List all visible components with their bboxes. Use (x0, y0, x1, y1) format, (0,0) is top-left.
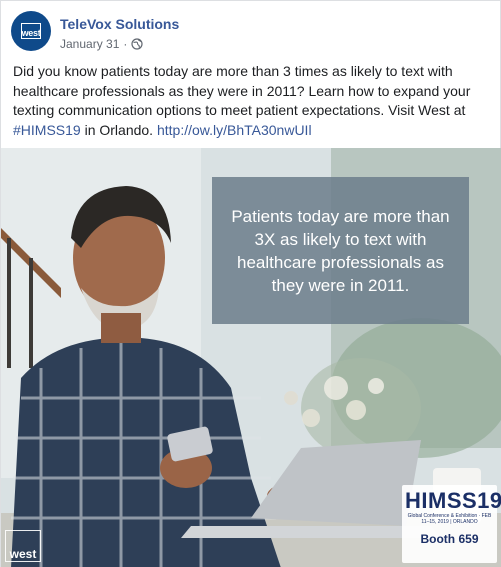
post-text-part-2: in Orlando. (80, 121, 157, 138)
post-date[interactable]: January 31 (60, 36, 119, 52)
hashtag-link[interactable]: #HIMSS19 (13, 122, 81, 138)
post-header: west TeleVox Solutions January 31 · (11, 11, 179, 52)
page-name-link[interactable]: TeleVox Solutions (60, 15, 179, 33)
post-subline: January 31 · (60, 36, 179, 52)
booth-number: Booth 659 (420, 532, 479, 546)
shortened-url-link[interactable]: http://ow.ly/BhTA30nwUIl (157, 122, 312, 138)
himss-logo-subtitle: Global Conference & Exhibition · FEB 11–… (407, 513, 492, 525)
post-text-part-1: Did you know patients today are more tha… (13, 63, 471, 118)
west-corner-logo: west (5, 530, 41, 562)
west-corner-logo-text: west (9, 547, 37, 561)
post-body-text: Did you know patients today are more tha… (13, 62, 491, 140)
himss-logo-title: HIMSS19 (405, 488, 501, 513)
globe-icon[interactable] (131, 38, 143, 50)
page-avatar[interactable]: west (11, 11, 51, 51)
post-photo[interactable]: Patients today are more than 3X as likel… (1, 148, 501, 567)
avatar-logo-text: west (21, 28, 41, 38)
facebook-post: west TeleVox Solutions January 31 · Did … (0, 0, 501, 567)
west-logo-icon: west (21, 23, 41, 39)
quote-text: Patients today are more than 3X as likel… (231, 206, 450, 295)
separator-dot: · (123, 37, 128, 51)
post-meta: TeleVox Solutions January 31 · (60, 15, 179, 52)
himss-logo: HIMSS19 Global Conference & Exhibition ·… (402, 485, 501, 563)
quote-overlay: Patients today are more than 3X as likel… (212, 177, 469, 324)
